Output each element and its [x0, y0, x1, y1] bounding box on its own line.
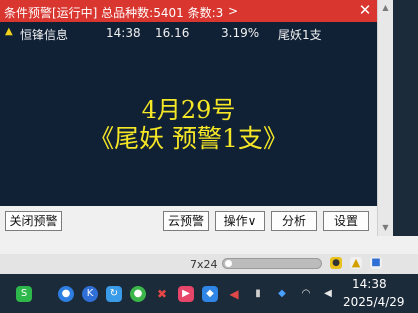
defender-icon[interactable]: ◆ — [274, 286, 290, 302]
alert-bell-icon[interactable]: ● — [330, 257, 342, 269]
usb-icon[interactable]: ▮ — [250, 286, 266, 302]
title-bar[interactable]: 条件预警[运行中] 总品种数:5401 条数:3 > ✕ — [0, 0, 377, 22]
red-x-icon[interactable]: ✖ — [154, 286, 170, 302]
scroll-down-icon[interactable]: ▼ — [380, 222, 391, 233]
warning-icon[interactable]: ▲ — [350, 257, 362, 269]
scroll-up-icon[interactable]: ▲ — [380, 2, 391, 13]
alert-row[interactable]: ▲ 恒锋信息 14:38 16.16 3.19% 尾妖1支 — [0, 24, 377, 42]
wechat-icon[interactable]: ● — [130, 286, 146, 302]
operate-button[interactable]: 操作∨ — [215, 211, 265, 231]
status-bar: 7x24 ● ▲ ■ — [0, 254, 418, 274]
close-alert-button[interactable]: 关闭预警 — [5, 211, 62, 231]
speaker-muted-icon[interactable]: ◀ — [226, 286, 242, 302]
cloud-alert-button[interactable]: 云预警 — [163, 211, 209, 231]
k-app-icon[interactable]: K — [82, 286, 98, 302]
square-icon[interactable]: ■ — [370, 257, 382, 269]
alert-window: 条件预警[运行中] 总品种数:5401 条数:3 > ✕ ▲ 恒锋信息 14:3… — [0, 0, 377, 236]
analyze-button[interactable]: 分析 — [271, 211, 317, 231]
sync-icon[interactable]: ↻ — [106, 286, 122, 302]
alert-time: 14:38 — [106, 26, 141, 40]
status-strip — [0, 236, 418, 254]
alert-up-icon: ▲ — [5, 26, 13, 37]
banner-alert-text: 《尾妖 预警1支》 — [89, 124, 288, 153]
wifi-icon[interactable]: ◠ — [298, 286, 314, 302]
vertical-scrollbar[interactable]: ▲ ▼ — [377, 0, 393, 236]
media-icon[interactable]: ▶ — [178, 286, 194, 302]
browser-icon[interactable]: ● — [58, 286, 74, 302]
grid-dimensions: 7x24 — [190, 258, 218, 271]
shield-icon[interactable]: ◆ — [202, 286, 218, 302]
window-title: 条件预警[运行中] 总品种数:5401 条数:3 — [4, 6, 224, 20]
clock-time[interactable]: 14:38 — [352, 277, 387, 291]
zoom-slider[interactable] — [222, 258, 322, 269]
stock-price: 16.16 — [155, 26, 190, 40]
slider-knob[interactable] — [225, 260, 232, 267]
volume-icon[interactable]: ◀ — [320, 286, 336, 302]
settings-button[interactable]: 设置 — [323, 211, 369, 231]
taskbar: S ● K ↻ ● ✖ ▶ ◆ ◀ ▮ ◆ ◠ ◀ 14:38 2025/4/2… — [0, 274, 418, 313]
clock-date[interactable]: 2025/4/29 — [343, 295, 405, 309]
alert-list-panel: ▲ 恒锋信息 14:38 16.16 3.19% 尾妖1支 4月29号 《尾妖 … — [0, 22, 377, 206]
app-s-icon[interactable]: S — [16, 286, 32, 302]
stock-name: 恒锋信息 — [20, 28, 69, 42]
alert-condition: 尾妖1支 — [278, 28, 322, 42]
alert-toolbar: 关闭预警 云预警 操作∨ 分析 设置 — [0, 207, 377, 236]
close-button[interactable]: ✕ — [357, 2, 373, 18]
title-expand-arrow[interactable]: > — [228, 4, 238, 18]
price-change: 3.19% — [221, 26, 260, 40]
